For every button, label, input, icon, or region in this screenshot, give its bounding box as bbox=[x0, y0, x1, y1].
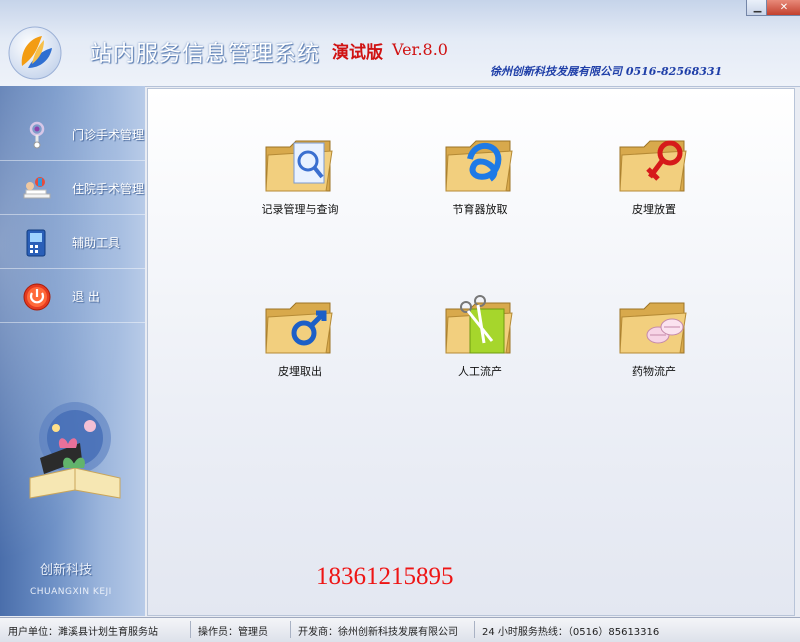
sidebar-item-label: 住院手术管理 bbox=[72, 182, 145, 196]
tile-label: 药物流产 bbox=[632, 365, 676, 378]
app-window: 站内服务信息管理系统 演试版 Ver.8.0 徐州创新科技发展有限公司 0516… bbox=[0, 0, 800, 642]
brand-name-cn: 创新科技 bbox=[40, 563, 93, 578]
title-banner: 站内服务信息管理系统 演试版 Ver.8.0 徐州创新科技发展有限公司 0516… bbox=[0, 0, 800, 87]
minimize-icon: ▁ bbox=[753, 2, 762, 13]
phone-number: 18361215895 bbox=[316, 563, 454, 590]
status-operator: 操作员：管理员 bbox=[198, 627, 268, 638]
main-panel: 记录管理与查询 节育器放取 皮埋放置 皮埋取出 人工流产 药物流产 183612… bbox=[147, 88, 795, 616]
leaf-logo-icon bbox=[8, 26, 62, 80]
sidebar-item-auxiliary-tools[interactable]: 辅助工具 bbox=[0, 216, 145, 269]
folder-scissors-icon bbox=[445, 295, 513, 354]
tile-label: 人工流产 bbox=[458, 365, 502, 378]
status-developer: 开发商：徐州创新科技发展有限公司 bbox=[298, 627, 458, 638]
company-contact: 徐州创新科技发展有限公司 0516-82568331 bbox=[490, 65, 723, 78]
version-label: Ver.8.0 bbox=[392, 40, 448, 59]
folder-pills-icon bbox=[619, 302, 687, 354]
sidebar-item-label: 门诊手术管理 bbox=[72, 128, 145, 142]
power-icon bbox=[23, 283, 51, 311]
status-divider bbox=[190, 621, 191, 638]
sidebar-item-label: 辅助工具 bbox=[72, 236, 121, 250]
book-lotus-illustration bbox=[29, 402, 121, 499]
sidebar: 门诊手术管理 住院手术管理 辅助工具 退 出 创新科技 CHUANGXIN KE… bbox=[0, 86, 145, 616]
hospital-bed-icon bbox=[23, 177, 51, 199]
status-user-unit: 用户单位：濉溪县计划生育服务站 bbox=[8, 627, 158, 638]
tile-label: 皮埋取出 bbox=[278, 365, 322, 378]
tile-medical-abortion[interactable]: 药物流产 bbox=[594, 291, 714, 391]
close-icon: ✕ bbox=[779, 2, 789, 13]
folder-female-icon bbox=[619, 140, 687, 192]
edition-label: 演试版 bbox=[332, 43, 383, 63]
tool-device-icon bbox=[26, 229, 46, 257]
status-bar: 用户单位：濉溪县计划生育服务站 操作员：管理员 开发商：徐州创新科技发展有限公司… bbox=[0, 617, 800, 642]
app-title: 站内服务信息管理系统 bbox=[90, 42, 321, 67]
tile-surgical-abortion[interactable]: 人工流产 bbox=[420, 291, 540, 391]
status-hotline: 24 小时服务热线：（0516）85613316 bbox=[482, 627, 660, 638]
folder-knot-icon bbox=[445, 140, 513, 192]
sidebar-item-exit[interactable]: 退 出 bbox=[0, 270, 145, 323]
folder-male-icon bbox=[265, 302, 333, 354]
tile-iud-insertion-removal[interactable]: 节育器放取 bbox=[420, 129, 540, 229]
brand-name-en: CHUANGXIN KEJI bbox=[30, 587, 112, 597]
tile-record-management[interactable]: 记录管理与查询 bbox=[240, 129, 360, 229]
status-divider bbox=[474, 621, 475, 638]
tile-label: 皮埋放置 bbox=[632, 203, 676, 216]
tile-label: 记录管理与查询 bbox=[261, 203, 339, 216]
tile-implant-removal[interactable]: 皮埋取出 bbox=[240, 291, 360, 391]
sidebar-item-inpatient-surgery[interactable]: 住院手术管理 bbox=[0, 162, 145, 215]
sidebar-item-label: 退 出 bbox=[72, 290, 100, 304]
tile-implant-placement[interactable]: 皮埋放置 bbox=[594, 129, 714, 229]
medical-stethoscope-icon bbox=[29, 121, 45, 149]
folder-search-icon bbox=[265, 140, 333, 192]
sidebar-item-outpatient-surgery[interactable]: 门诊手术管理 bbox=[0, 108, 145, 161]
close-button[interactable]: ✕ bbox=[766, 0, 800, 16]
tile-label: 节育器放取 bbox=[452, 203, 508, 216]
status-divider bbox=[290, 621, 291, 638]
